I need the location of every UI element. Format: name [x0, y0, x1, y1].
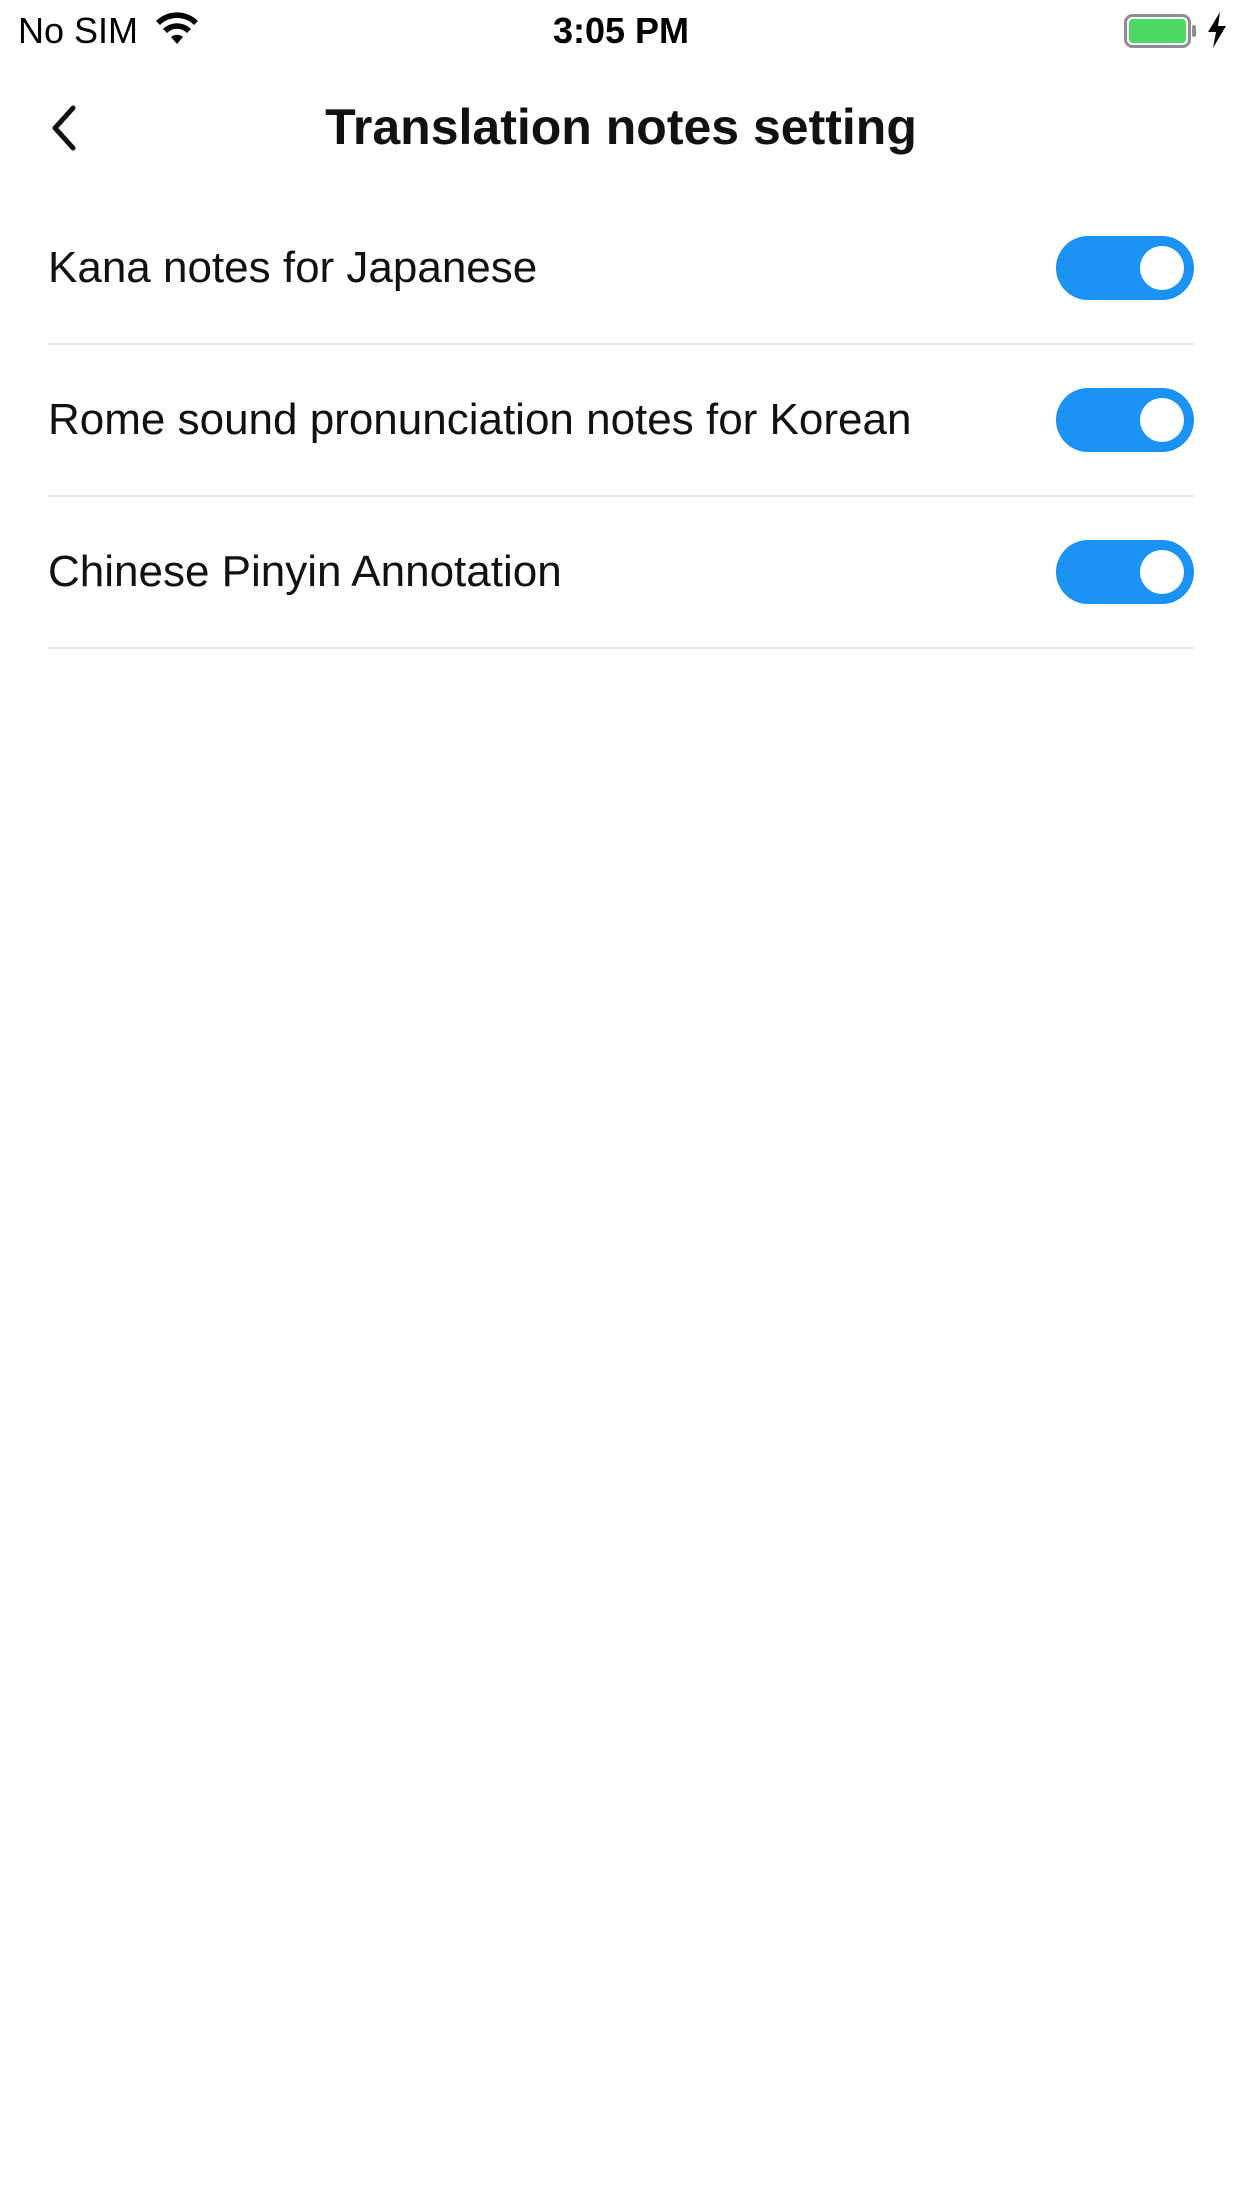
- setting-label: Kana notes for Japanese: [48, 242, 538, 292]
- chinese-pinyin-toggle[interactable]: [1056, 540, 1194, 604]
- page-title: Translation notes setting: [325, 99, 917, 155]
- setting-row-kana-japanese: Kana notes for Japanese: [48, 192, 1194, 345]
- toggle-knob: [1140, 245, 1184, 290]
- nav-bar: Translation notes setting: [0, 62, 1242, 192]
- kana-japanese-toggle[interactable]: [1056, 235, 1194, 300]
- settings-list: Kana notes for Japanese Rome sound pronu…: [48, 192, 1194, 649]
- toggle-knob: [1140, 398, 1184, 442]
- battery-icon: [1124, 14, 1196, 48]
- status-time: 3:05 PM: [552, 10, 690, 51]
- korean-romanization-toggle[interactable]: [1056, 388, 1194, 452]
- setting-row-chinese-pinyin: Chinese Pinyin Annotation: [48, 497, 1194, 649]
- setting-label: Rome sound pronunciation notes for Korea…: [48, 395, 912, 444]
- status-bar: No SIM 3:05 PM: [0, 0, 1242, 62]
- toggle-knob: [1140, 550, 1184, 594]
- chevron-left-icon: [52, 105, 76, 151]
- charging-bolt-icon: [1208, 12, 1226, 48]
- back-button[interactable]: [34, 98, 94, 158]
- setting-row-korean-romanization: Rome sound pronunciation notes for Korea…: [48, 345, 1194, 497]
- setting-label: Chinese Pinyin Annotation: [48, 547, 562, 596]
